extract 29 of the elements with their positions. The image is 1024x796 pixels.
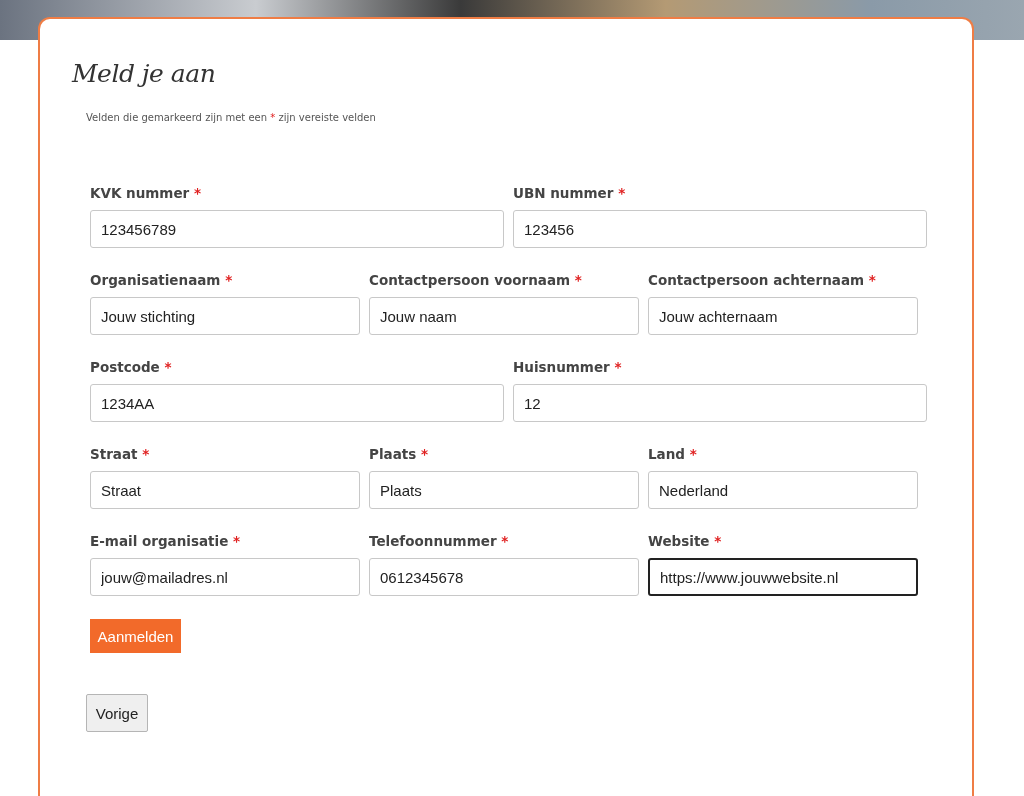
input-field[interactable]: 123456789 bbox=[90, 210, 504, 248]
input-field[interactable]: jouw@mailadres.nl bbox=[90, 558, 360, 596]
input-field[interactable]: 0612345678 bbox=[369, 558, 639, 596]
input-field[interactable]: Straat bbox=[90, 471, 360, 509]
field-label: Contactpersoon achternaam * bbox=[648, 272, 877, 288]
required-note: Velden die gemarkeerd zijn met een * zijn vereiste velden bbox=[86, 112, 377, 123]
input-field[interactable]: https://www.jouwwebsite.nl bbox=[648, 558, 918, 596]
input-field[interactable]: 123456 bbox=[513, 210, 927, 248]
field-label: Organisatienaam * bbox=[90, 272, 234, 288]
input-field[interactable]: Jouw achternaam bbox=[648, 297, 918, 335]
field-label: KVK nummer * bbox=[90, 185, 202, 201]
field-label: Postcode * bbox=[90, 359, 173, 375]
input-field[interactable]: Jouw stichting bbox=[90, 297, 360, 335]
field-label: Plaats * bbox=[369, 446, 429, 462]
field-label: Contactpersoon voornaam * bbox=[369, 272, 583, 288]
input-field[interactable]: Plaats bbox=[369, 471, 639, 509]
input-field[interactable]: 1234AA bbox=[90, 384, 504, 422]
field-label: Huisnummer * bbox=[513, 359, 623, 375]
field-label: Website * bbox=[648, 533, 723, 549]
input-field[interactable]: Jouw naam bbox=[369, 297, 639, 335]
page-title: Meld je aan bbox=[72, 59, 217, 88]
field-label: Telefoonnummer * bbox=[369, 533, 510, 549]
field-label: UBN nummer * bbox=[513, 185, 627, 201]
input-field[interactable]: 12 bbox=[513, 384, 927, 422]
field-label: E-mail organisatie * bbox=[90, 533, 242, 549]
field-label: Land * bbox=[648, 446, 698, 462]
field-label: Straat * bbox=[90, 446, 151, 462]
back-button[interactable]: Vorige bbox=[86, 694, 148, 732]
input-field[interactable]: Nederland bbox=[648, 471, 918, 509]
